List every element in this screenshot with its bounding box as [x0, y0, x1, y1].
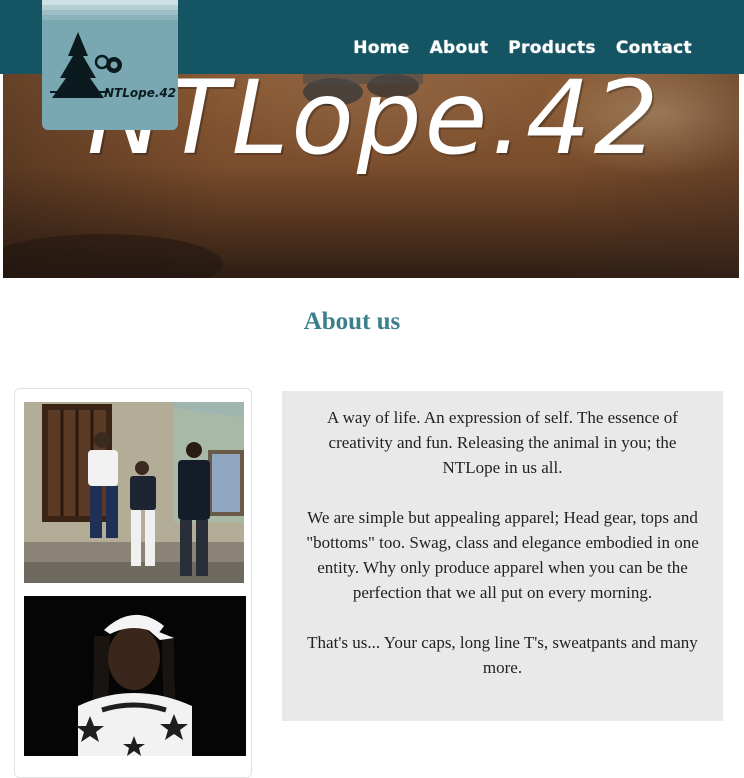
logo-text: NTLope.42: [104, 86, 177, 100]
brooklyn-shirt-image: [24, 596, 246, 756]
nav-about-link[interactable]: About: [430, 38, 489, 58]
brand-logo[interactable]: NTLope.42: [42, 0, 178, 130]
group-photo: [24, 402, 244, 583]
nav-contact-link[interactable]: Contact: [616, 38, 692, 58]
photo-gallery: [14, 388, 252, 778]
about-heading: About us: [303, 308, 401, 335]
nav-links: Home About Products Contact: [353, 38, 692, 58]
about-paragraph-3: That's us... Your caps, long line T's, s…: [307, 633, 698, 677]
about-paragraph-2: We are simple but appealing apparel; Hea…: [306, 508, 699, 602]
nav-home-link[interactable]: Home: [353, 38, 409, 58]
nav-products-link[interactable]: Products: [508, 38, 596, 58]
brooklyn-shirt-photo: [24, 596, 246, 756]
about-paragraph-1: A way of life. An expression of self. Th…: [327, 408, 678, 477]
about-text-panel: A way of life. An expression of self. Th…: [282, 391, 723, 721]
group-photo-image: [24, 402, 244, 583]
